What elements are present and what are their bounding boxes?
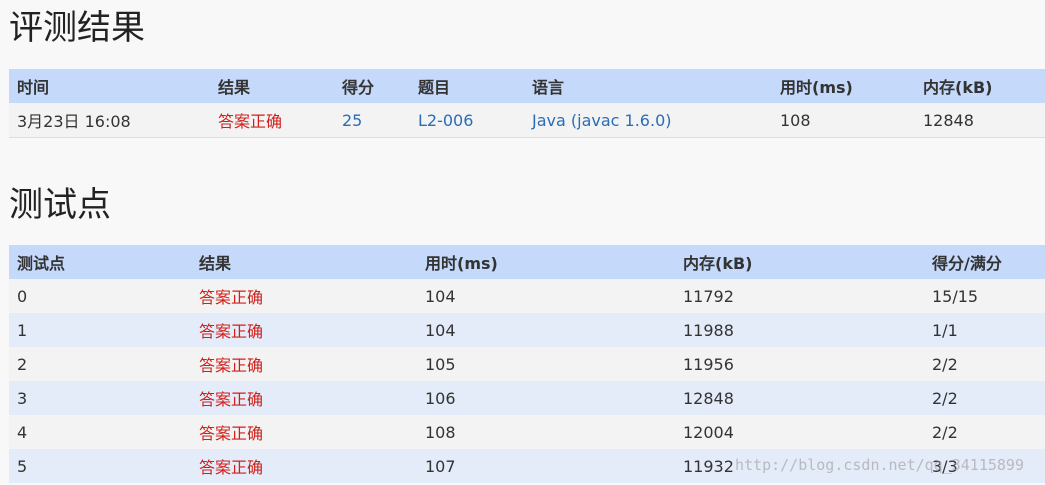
test-id: 0 [9,279,191,313]
table-row: 2 答案正确 105 11956 2/2 [9,347,1045,381]
test-id: 5 [9,449,191,483]
problem-link[interactable]: L2-006 [410,103,524,138]
test-memory-kb: 11956 [675,347,924,381]
test-memory-kb: 11988 [675,313,924,347]
col-header-language: 语言 [524,69,772,103]
col-header-time-ms: 用时(ms) [417,245,675,279]
test-result: 答案正确 [191,347,417,381]
memory-kb: 12848 [915,103,1045,138]
test-score: 3/3 [924,449,1045,483]
language-link[interactable]: Java (javac 1.6.0) [524,103,772,138]
result-status: 答案正确 [210,103,334,138]
test-memory-kb: 11932 [675,449,924,483]
test-result: 答案正确 [191,313,417,347]
col-header-memory: 内存(kB) [915,69,1045,103]
test-id: 1 [9,313,191,347]
table-row: 1 答案正确 104 11988 1/1 [9,313,1045,347]
col-header-score: 得分/满分 [924,245,1045,279]
col-header-result: 结果 [191,245,417,279]
test-score: 1/1 [924,313,1045,347]
table-row: 3月23日 16:08 答案正确 25 L2-006 Java (javac 1… [9,103,1045,138]
test-result: 答案正确 [191,279,417,313]
test-time-ms: 106 [417,381,675,415]
submit-time: 3月23日 16:08 [9,103,210,138]
test-score: 2/2 [924,347,1045,381]
test-score: 2/2 [924,381,1045,415]
test-score: 15/15 [924,279,1045,313]
table-row: 4 答案正确 108 12004 2/2 [9,415,1045,449]
result-table: 时间 结果 得分 题目 语言 用时(ms) 内存(kB) 3月23日 16:08… [9,69,1045,138]
col-header-score: 得分 [334,69,410,103]
table-row: 0 答案正确 104 11792 15/15 [9,279,1045,313]
col-header-result: 结果 [210,69,334,103]
test-result: 答案正确 [191,381,417,415]
test-time-ms: 104 [417,279,675,313]
table-row: 3 答案正确 106 12848 2/2 [9,381,1045,415]
col-header-time-ms: 用时(ms) [772,69,915,103]
col-header-problem: 题目 [410,69,524,103]
score-link[interactable]: 25 [334,103,410,138]
tests-table-header: 测试点 结果 用时(ms) 内存(kB) 得分/满分 [9,245,1045,279]
test-time-ms: 105 [417,347,675,381]
test-id: 3 [9,381,191,415]
col-header-test-id: 测试点 [9,245,191,279]
tests-section-title: 测试点 [9,185,111,225]
test-time-ms: 104 [417,313,675,347]
submission-page: 评测结果 时间 结果 得分 题目 语言 用时(ms) 内存(kB) 3月23日 … [0,0,1045,485]
test-time-ms: 108 [417,415,675,449]
test-result: 答案正确 [191,449,417,483]
col-header-time: 时间 [9,69,210,103]
tests-table: 测试点 结果 用时(ms) 内存(kB) 得分/满分 0 答案正确 104 11… [9,245,1045,483]
test-memory-kb: 11792 [675,279,924,313]
col-header-memory: 内存(kB) [675,245,924,279]
test-time-ms: 107 [417,449,675,483]
table-row: 5 答案正确 107 11932 3/3 [9,449,1045,483]
test-id: 4 [9,415,191,449]
test-result: 答案正确 [191,415,417,449]
test-memory-kb: 12004 [675,415,924,449]
result-section-title: 评测结果 [9,8,145,48]
test-score: 2/2 [924,415,1045,449]
result-table-header: 时间 结果 得分 题目 语言 用时(ms) 内存(kB) [9,69,1045,103]
test-id: 2 [9,347,191,381]
test-memory-kb: 12848 [675,381,924,415]
time-ms: 108 [772,103,915,138]
